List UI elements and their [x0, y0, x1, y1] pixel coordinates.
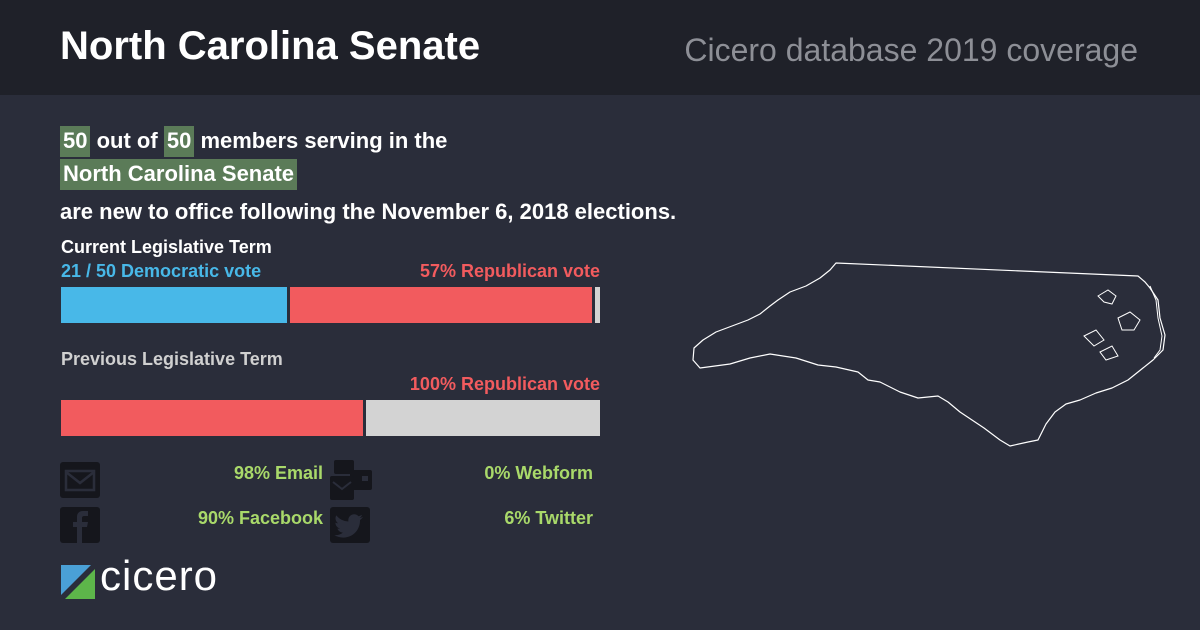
- current-democratic-segment: [61, 287, 287, 323]
- current-term-label: Current Legislative Term: [61, 237, 272, 257]
- summary-line-2: North Carolina Senate: [60, 159, 298, 190]
- previous-term-label: Previous Legislative Term: [61, 349, 283, 369]
- previous-term-bar: [61, 400, 600, 436]
- page-subtitle: Cicero database 2019 coverage: [684, 32, 1138, 68]
- page-title: North Carolina Senate: [60, 24, 481, 68]
- header-bar: North Carolina Senate Cicero database 20…: [0, 0, 1200, 95]
- summary-line-3: are new to office following the November…: [60, 199, 677, 224]
- sound-inlets: [1083, 289, 1141, 361]
- twitter-icon: [330, 507, 370, 543]
- previous-republican-label: 100% Republican vote: [409, 374, 600, 394]
- summary-line-1: 50 out of 50 members serving in the: [60, 126, 448, 157]
- facebook-stat: 90% Facebook: [197, 508, 323, 528]
- summary-members-text: members serving in the: [200, 128, 448, 153]
- webform-stat: 0% Webform: [484, 463, 593, 483]
- email-stat: 98% Email: [233, 463, 323, 483]
- total-count-badge: 50: [163, 126, 195, 157]
- facebook-icon: [60, 507, 100, 543]
- current-other-segment: [595, 287, 600, 323]
- north-carolina-map: [692, 262, 1166, 447]
- twitter-stat: 6% Twitter: [504, 508, 593, 528]
- webform-icon: [330, 460, 372, 500]
- current-term-bar: [61, 287, 600, 323]
- chamber-name-badge: North Carolina Senate: [60, 159, 298, 190]
- cicero-logo-icon: [61, 565, 95, 599]
- envelope-icon: [60, 462, 100, 498]
- current-republican-segment: [290, 287, 592, 323]
- current-republican-label: 57% Republican vote: [419, 261, 600, 281]
- previous-republican-segment: [61, 400, 363, 436]
- new-count-badge: 50: [60, 126, 91, 157]
- summary-out-of-text: out of: [96, 128, 158, 153]
- cicero-logo-text: cicero: [100, 552, 219, 599]
- current-democratic-label: 21 / 50 Democratic vote: [61, 261, 262, 281]
- previous-other-segment: [366, 400, 600, 436]
- state-outline: [692, 262, 1166, 447]
